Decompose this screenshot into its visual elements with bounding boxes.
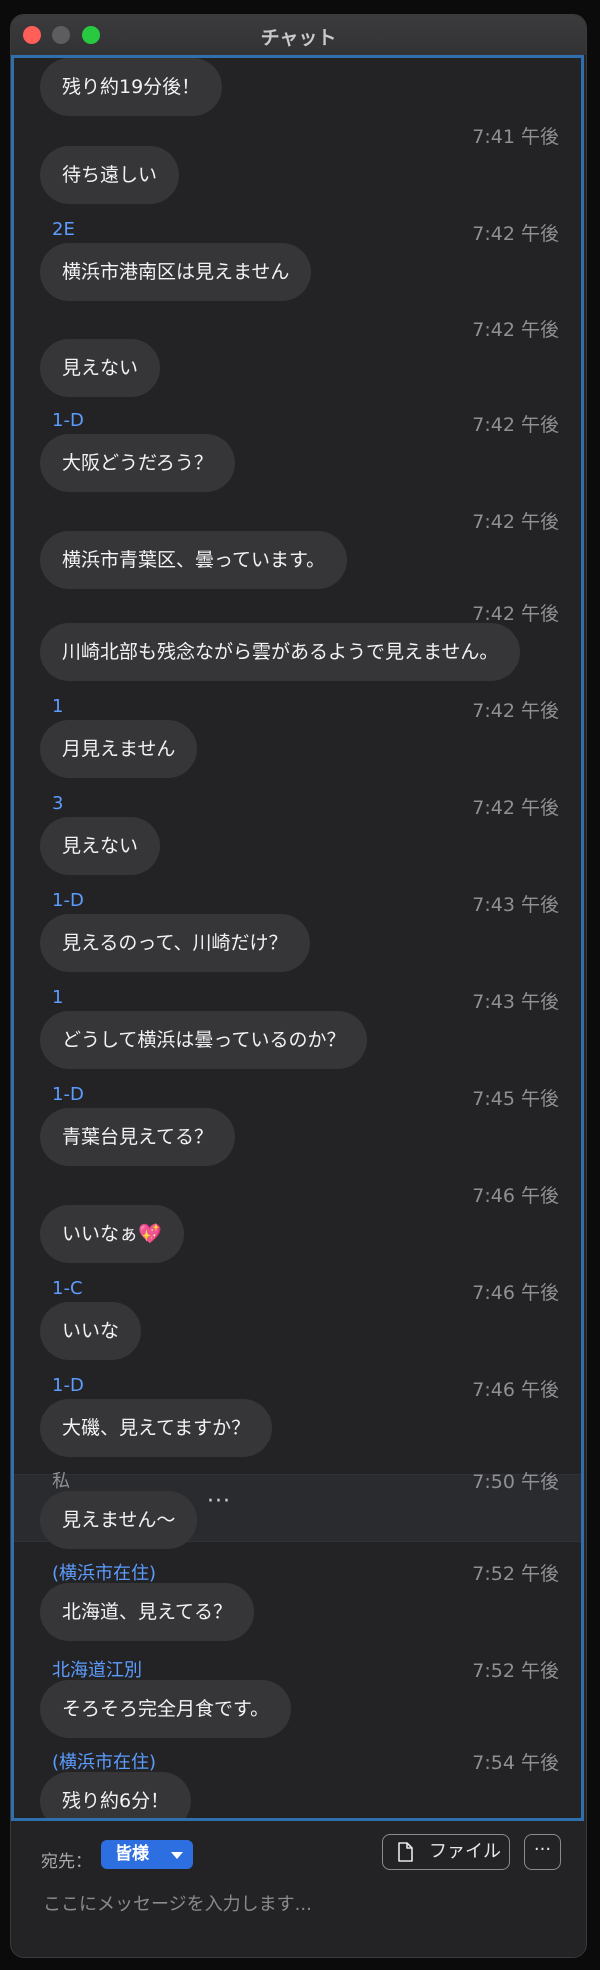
message-sender: (横浜市在住) (52, 1752, 157, 1773)
message-bubble[interactable]: 残り約19分後！ (40, 58, 223, 116)
message-time: 7:43 午後 (472, 894, 559, 916)
message-more-button[interactable]: ··· (207, 1489, 231, 1514)
message-time: 7:42 午後 (472, 319, 559, 341)
message-sender: 1-D (52, 1375, 84, 1396)
chat-message-list[interactable]: ··· 残り約19分後！ 7:41 午後 待ち遠しい 2E 7:42 午後 横浜… (11, 55, 584, 1821)
message-time: 7:45 午後 (472, 1088, 559, 1110)
document-icon (398, 1842, 413, 1862)
message-time: 7:52 午後 (472, 1563, 559, 1585)
message-time: 7:41 午後 (472, 126, 559, 148)
message-time: 7:42 午後 (472, 603, 559, 625)
recipient-label: 宛先： (41, 1852, 92, 1872)
message-bubble[interactable]: 横浜市港南区は見えません (40, 243, 312, 301)
message-time: 7:42 午後 (472, 797, 559, 819)
message-time: 7:46 午後 (472, 1185, 559, 1207)
title-bar: チャット (11, 15, 586, 56)
message-time: 7:52 午後 (472, 1660, 559, 1682)
file-button[interactable]: ファイル (382, 1834, 510, 1870)
message-time: 7:43 午後 (472, 991, 559, 1013)
message-bubble[interactable]: 見えるのって、川崎だけ？ (40, 914, 310, 972)
message-sender: 1 (52, 987, 64, 1008)
message-bubble[interactable]: 見えません〜 (40, 1491, 198, 1549)
chevron-down-icon (171, 1852, 183, 1859)
message-time: 7:42 午後 (472, 511, 559, 533)
message-time: 7:42 午後 (472, 223, 559, 245)
message-bubble[interactable]: 大磯、見えてますか？ (40, 1399, 273, 1457)
window-title: チャット (260, 27, 337, 49)
chat-window: チャット ··· 残り約19分後！ 7:41 午後 待ち遠しい 2E 7:42 … (10, 14, 587, 1958)
message-bubble[interactable]: 横浜市青葉区、曇っています。 (40, 531, 348, 589)
message-bubble[interactable]: 北海道、見えてる？ (40, 1583, 255, 1641)
message-bubble[interactable]: 見えない (40, 339, 161, 397)
message-time: 7:50 午後 (472, 1471, 559, 1493)
message-bubble[interactable]: 川崎北部も残念ながら雲があるようで見えません。 (40, 623, 521, 681)
message-sender: 1-C (52, 1278, 83, 1299)
recipient-dropdown[interactable]: 皆様 (101, 1840, 193, 1869)
message-sender: 1 (52, 696, 64, 717)
message-sender: 1-D (52, 890, 84, 911)
message-bubble[interactable]: 見えない (40, 817, 161, 875)
message-composer: 宛先： 皆様 ファイル ··· (11, 1821, 586, 1957)
message-sender: (横浜市在住) (52, 1563, 157, 1584)
message-sender: 北海道江別 (52, 1660, 142, 1681)
message-sender: 3 (52, 793, 64, 814)
message-sender: 1-D (52, 1084, 84, 1105)
message-bubble[interactable]: 青葉台見えてる？ (40, 1108, 236, 1166)
recipient-value: 皆様 (115, 1844, 149, 1864)
message-time: 7:54 午後 (472, 1752, 559, 1774)
message-sender: 2E (52, 219, 75, 240)
message-bubble[interactable]: そろそろ完全月食です。 (40, 1680, 292, 1738)
message-input[interactable] (41, 1885, 565, 1923)
message-bubble[interactable]: どうして横浜は曇っているのか？ (40, 1011, 368, 1069)
message-bubble[interactable]: 残り約6分！ (40, 1772, 192, 1818)
message-time: 7:46 午後 (472, 1282, 559, 1304)
message-bubble[interactable]: いいな (40, 1302, 142, 1360)
message-bubble[interactable]: 月見えません (40, 720, 198, 778)
message-time: 7:42 午後 (472, 700, 559, 722)
message-bubble[interactable]: 大阪どうだろう？ (40, 434, 235, 492)
message-bubble[interactable]: いいなぁ💖 (40, 1205, 184, 1263)
file-button-label: ファイル (429, 1841, 501, 1862)
composer-more-button[interactable]: ··· (524, 1834, 561, 1870)
message-time: 7:42 午後 (472, 414, 559, 436)
message-time: 7:46 午後 (472, 1379, 559, 1401)
message-bubble[interactable]: 待ち遠しい (40, 146, 180, 204)
message-sender: 私 (52, 1471, 70, 1492)
message-sender: 1-D (52, 410, 84, 431)
